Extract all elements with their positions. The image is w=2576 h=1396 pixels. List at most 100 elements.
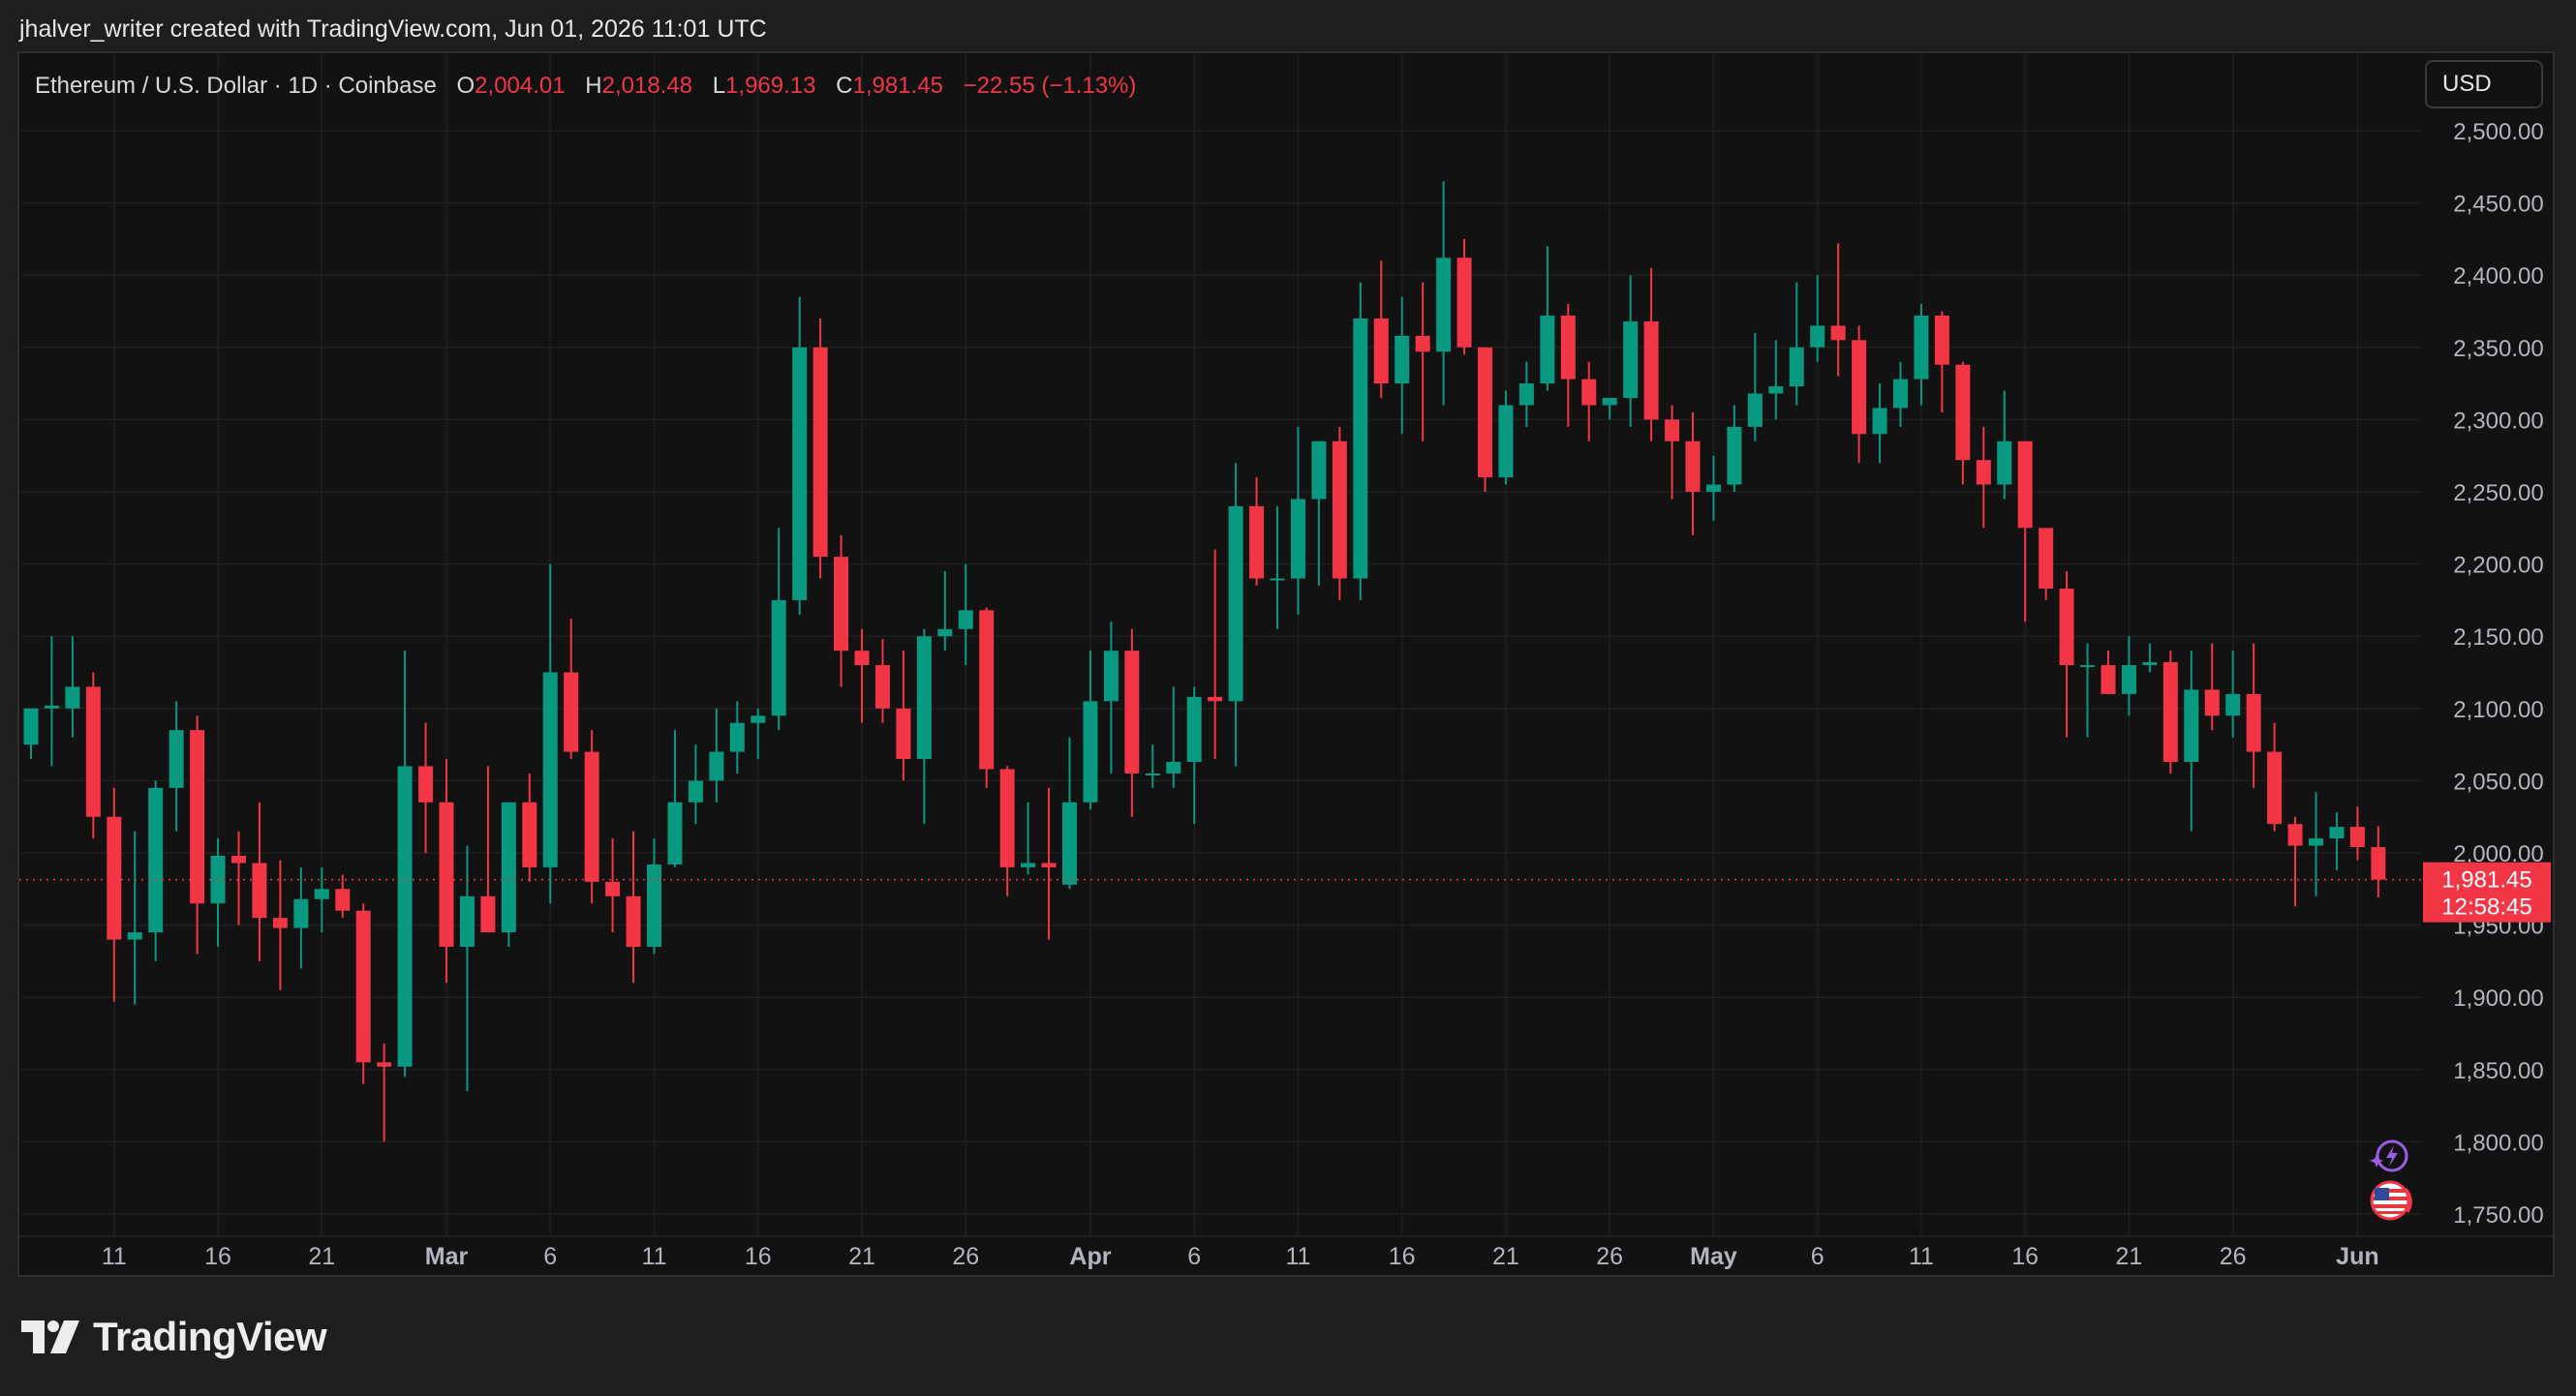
chart-panel[interactable]: 2,500.00 2,450.00 2,400.00 2,350.00 2,300.00… bbox=[17, 51, 2555, 1277]
candle-body bbox=[2371, 847, 2386, 880]
y-tick-label: 1,750.00 bbox=[2453, 1202, 2543, 1229]
candle-body bbox=[771, 599, 786, 716]
y-tick-label: 2,250.00 bbox=[2453, 480, 2543, 506]
tradingview-logo[interactable]: TradingView bbox=[21, 1313, 327, 1361]
candle-body bbox=[1540, 315, 1555, 384]
candle-body bbox=[1872, 408, 1887, 435]
candle-body bbox=[1997, 440, 2012, 485]
candle-body bbox=[729, 722, 745, 752]
candle-body bbox=[2039, 528, 2054, 589]
lightning-bolt-icon[interactable] bbox=[2367, 1135, 2411, 1179]
candle-body bbox=[1228, 505, 1243, 702]
x-tick-label: 16 bbox=[745, 1243, 772, 1270]
candle-body bbox=[169, 730, 184, 788]
candle-body bbox=[1810, 325, 1825, 348]
candle-body bbox=[459, 895, 475, 947]
us-flag-icon[interactable] bbox=[2369, 1179, 2419, 1222]
currency-button[interactable]: USD bbox=[2425, 60, 2543, 108]
candle-body bbox=[2287, 824, 2303, 846]
candle-body bbox=[85, 686, 101, 817]
candle-body bbox=[688, 780, 703, 803]
candle-body bbox=[874, 665, 890, 709]
y-tick-label: 1,900.00 bbox=[2453, 986, 2543, 1012]
candle-body bbox=[1478, 347, 1492, 478]
candle-body bbox=[335, 889, 351, 911]
candle-body bbox=[1166, 762, 1181, 774]
x-tick-label: 26 bbox=[2220, 1243, 2247, 1270]
candle-body bbox=[2017, 440, 2033, 529]
candle-body bbox=[1705, 484, 1721, 492]
y-tick-label: 2,200.00 bbox=[2453, 553, 2543, 579]
candle-body bbox=[2162, 662, 2178, 763]
candle-body bbox=[2204, 689, 2220, 716]
x-tick-label: 6 bbox=[543, 1243, 557, 1270]
candle-body bbox=[480, 895, 496, 933]
candle-body bbox=[314, 889, 329, 899]
candle-body bbox=[148, 787, 164, 933]
x-tick-label: 21 bbox=[2116, 1243, 2143, 1270]
close-value: 1,981.45 bbox=[852, 73, 943, 99]
x-tick-label: 26 bbox=[952, 1243, 979, 1270]
candle-body bbox=[896, 708, 911, 760]
candle-body bbox=[1830, 325, 1846, 341]
candle-body bbox=[107, 816, 122, 940]
candle-body bbox=[2329, 827, 2345, 839]
candle-body bbox=[44, 705, 59, 709]
candle-body bbox=[522, 802, 537, 867]
x-tick-label: 11 bbox=[1909, 1243, 1934, 1270]
open-label: O bbox=[456, 73, 475, 99]
candle-body bbox=[231, 855, 246, 864]
candle-body bbox=[65, 686, 80, 709]
y-tick-label: 2,100.00 bbox=[2453, 697, 2543, 723]
candle-body bbox=[2101, 665, 2116, 694]
candle-body bbox=[2349, 827, 2365, 848]
candle-body bbox=[999, 769, 1015, 867]
candle-body bbox=[1623, 320, 1639, 399]
candle-body bbox=[1727, 426, 1742, 485]
candle-body bbox=[1560, 315, 1576, 379]
candle-body bbox=[2121, 665, 2136, 694]
x-tick-label: 21 bbox=[848, 1243, 875, 1270]
candle-body bbox=[937, 628, 953, 637]
candle-body bbox=[1353, 318, 1368, 579]
candle-body bbox=[1083, 701, 1098, 803]
candle-body bbox=[1581, 379, 1597, 406]
x-tick-label: 21 bbox=[308, 1243, 335, 1270]
candlestick-chart[interactable]: 2,500.00 2,450.00 2,400.00 2,350.00 2,300.00… bbox=[19, 53, 2553, 1275]
candle-body bbox=[1852, 340, 1867, 435]
candle-body bbox=[293, 898, 309, 928]
candle-body bbox=[751, 715, 766, 723]
chart-attribution: jhalver_writer created with TradingView.… bbox=[19, 15, 767, 43]
candle-body bbox=[1976, 460, 1991, 485]
candle-body bbox=[1270, 578, 1285, 581]
low-value: 1,969.13 bbox=[725, 73, 816, 99]
x-tick-label: 21 bbox=[1492, 1243, 1519, 1270]
candle-body bbox=[2267, 751, 2283, 825]
candle-body bbox=[2080, 665, 2096, 668]
candle-body bbox=[1457, 258, 1472, 348]
candle-body bbox=[272, 918, 288, 928]
candle-body bbox=[2059, 588, 2074, 666]
candle-body bbox=[1373, 318, 1389, 384]
candle-body bbox=[1124, 651, 1140, 774]
candle-body bbox=[190, 730, 205, 904]
x-tick-label: 26 bbox=[1596, 1243, 1623, 1270]
candle-body bbox=[1685, 440, 1701, 492]
candle-body bbox=[813, 347, 828, 558]
candle-body bbox=[2142, 662, 2158, 666]
candle-body bbox=[1021, 863, 1036, 867]
x-tick-label: 6 bbox=[1187, 1243, 1201, 1270]
open-value: 2,004.01 bbox=[475, 73, 566, 99]
high-value: 2,018.48 bbox=[601, 73, 693, 99]
candle-body bbox=[1145, 773, 1160, 775]
x-tick-label: 16 bbox=[204, 1243, 231, 1270]
price-tag-countdown: 12:58:45 bbox=[2441, 895, 2531, 921]
candle-body bbox=[1518, 383, 1534, 406]
close-label: C bbox=[836, 73, 853, 99]
x-tick-label: 16 bbox=[1389, 1243, 1416, 1270]
low-label: L bbox=[712, 73, 726, 99]
candle-body bbox=[584, 751, 599, 882]
y-tick-label: 2,350.00 bbox=[2453, 336, 2543, 362]
x-tick-label: 11 bbox=[102, 1243, 127, 1270]
candle-body bbox=[2184, 689, 2199, 763]
